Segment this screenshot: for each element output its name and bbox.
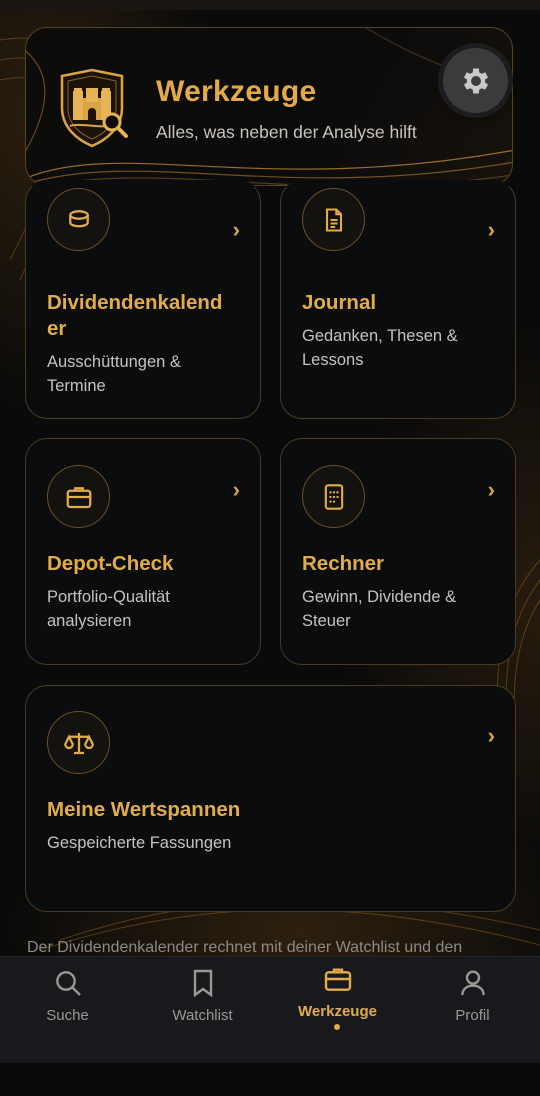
tool-icon-circle xyxy=(302,188,365,251)
tool-card-rechner[interactable]: › Rechner Gewinn, Dividende & Steuer xyxy=(280,438,516,665)
header-card: Werkzeuge Alles, was neben der Analyse h… xyxy=(25,27,513,186)
document-icon xyxy=(325,207,342,232)
briefcase-icon xyxy=(324,968,351,991)
briefcase-icon xyxy=(66,486,91,508)
nav-item-watchlist[interactable]: Watchlist xyxy=(135,957,270,1064)
tool-card-wertspannen[interactable]: › Meine Wertspannen Gespeicherte Fassung… xyxy=(25,685,516,912)
tool-description-line: Gewinn, Dividende & xyxy=(302,588,457,606)
scales-icon xyxy=(63,732,94,754)
tool-description-line: Ausschüttungen & xyxy=(47,353,181,371)
tool-description-line: Gedanken, Thesen & xyxy=(302,327,458,345)
tool-title: Meine Wertspannen xyxy=(47,798,241,821)
page-subtitle: Alles, was neben der Analyse hilft xyxy=(156,122,417,142)
tool-card-journal[interactable]: › Journal Gedanken, Thesen & Lessons xyxy=(280,180,516,419)
coin-stack-icon xyxy=(68,209,89,227)
tool-icon-circle xyxy=(302,465,365,528)
tool-card-dividendenkalender[interactable]: › Dividendenkalend er Ausschüttungen & T… xyxy=(25,180,261,419)
footnote-text: Der Dividendenkalender rechnet mit deine… xyxy=(27,939,463,956)
tool-description-line: analysieren xyxy=(47,612,132,630)
tool-title-line: Dividendenkalend xyxy=(47,291,223,314)
bookmark-icon xyxy=(193,969,212,998)
tool-icon-circle xyxy=(47,711,110,774)
tool-title-line: er xyxy=(47,317,67,340)
tool-description-line: Termine xyxy=(47,377,106,395)
tool-card-depot-check[interactable]: › Depot-Check Portfolio-Qualität analysi… xyxy=(25,438,261,665)
settings-button[interactable] xyxy=(443,48,508,113)
nav-item-suche[interactable]: Suche xyxy=(0,957,135,1064)
tool-title: Depot-Check xyxy=(47,552,174,575)
nav-item-werkzeuge[interactable]: Werkzeuge xyxy=(270,957,405,1064)
chevron-right-icon: › xyxy=(487,723,495,748)
nav-label: Werkzeuge xyxy=(298,1003,377,1020)
system-nav-area xyxy=(0,1063,540,1096)
tool-description-line: Steuer xyxy=(302,612,351,630)
tool-title: Rechner xyxy=(302,552,385,575)
tool-description: Gedanken, Thesen & Lessons xyxy=(302,324,458,372)
bottom-navigation: Suche Watchlist Werkzeuge Profil xyxy=(0,956,540,1064)
castle-shield-magnifier-icon xyxy=(60,68,128,148)
chevron-right-icon: › xyxy=(232,217,240,242)
calculator-icon xyxy=(324,483,343,510)
user-icon xyxy=(460,970,485,996)
tool-icon-circle xyxy=(47,188,110,251)
tool-description-line: Portfolio-Qualität xyxy=(47,588,170,606)
chevron-right-icon: › xyxy=(487,217,495,242)
gear-icon xyxy=(463,68,488,93)
search-icon xyxy=(55,971,81,996)
nav-item-profil[interactable]: Profil xyxy=(405,957,540,1064)
tool-title: Journal xyxy=(302,291,377,314)
nav-label: Profil xyxy=(455,1007,490,1024)
tool-description: Gewinn, Dividende & Steuer xyxy=(302,585,456,633)
screen: Werkzeuge Alles, was neben der Analyse h… xyxy=(0,0,540,1096)
tool-description: Gespeicherte Fassungen xyxy=(47,834,232,852)
chevron-right-icon: › xyxy=(232,477,240,502)
tool-description: Portfolio-Qualität analysieren xyxy=(47,585,170,633)
status-bar xyxy=(0,0,540,10)
nav-label: Suche xyxy=(46,1007,89,1024)
page-title: Werkzeuge xyxy=(156,75,317,108)
active-indicator-dot xyxy=(334,1024,340,1030)
nav-label: Watchlist xyxy=(172,1007,233,1024)
tool-icon-circle xyxy=(47,465,110,528)
tool-description: Ausschüttungen & Termine xyxy=(47,350,181,398)
chevron-right-icon: › xyxy=(487,477,495,502)
tool-title: Dividendenkalend er xyxy=(47,290,222,342)
tool-description-line: Lessons xyxy=(302,351,364,369)
